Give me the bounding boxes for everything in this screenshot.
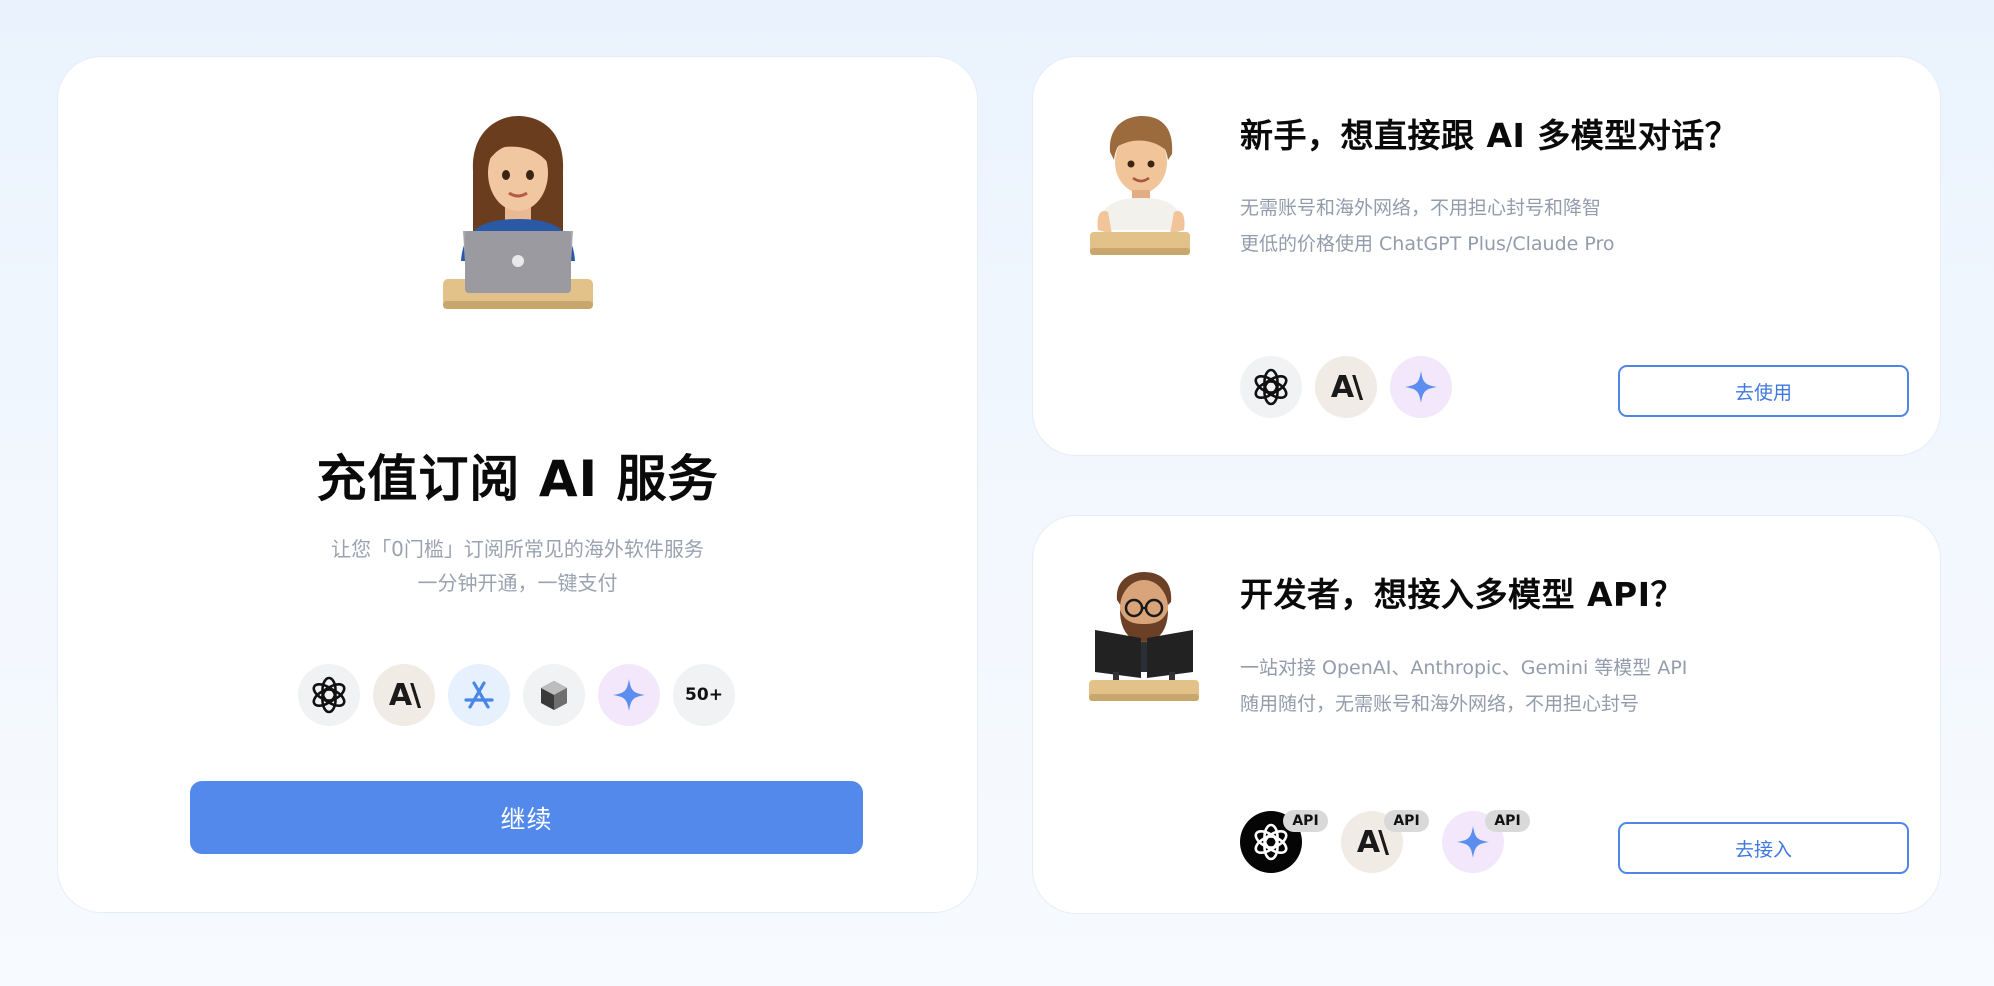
model-icon-row: A\ [1240,356,1452,418]
gemini-api-icon: API [1442,810,1530,873]
anthropic-api-icon: A\ API [1341,810,1429,873]
chat-card-title: 新手，想直接跟 AI 多模型对话？ [1240,116,1739,155]
app-store-icon [448,664,510,726]
api-card: 开发者，想接入多模型 API？ 一站对接 OpenAI、Anthropic、Ge… [1032,515,1941,914]
continue-button[interactable]: 继续 [190,781,863,854]
service-icon-row: A\ 50+ [298,664,735,726]
openai-api-icon: API [1240,810,1328,873]
anthropic-icon: A\ [373,664,435,726]
api-card-desc: 一站对接 OpenAI、Anthropic、Gemini 等模型 API [1240,657,1688,679]
api-badge: API [1283,810,1328,832]
more-services-badge: 50+ [673,664,735,726]
chat-card-desc: 无需账号和海外网络，不用担心封号和降智 [1240,197,1602,219]
girl-laptop-emoji [443,111,593,311]
go-connect-button[interactable]: 去接入 [1618,822,1909,874]
openai-icon [298,664,360,726]
subscription-card: 充值订阅 AI 服务 让您「0门槛」订阅所常见的海外软件服务 一分钟开通，一键支… [57,56,978,913]
subtitle-line: 让您「0门槛」订阅所常见的海外软件服务 [331,537,704,561]
chat-card-desc: 更低的价格使用 ChatGPT Plus/Claude Pro [1240,233,1615,255]
chat-card: 新手，想直接跟 AI 多模型对话？ 无需账号和海外网络，不用担心封号和降智 更低… [1032,56,1941,456]
api-badge: API [1485,810,1530,832]
subtitle-line: 一分钟开通，一键支付 [417,571,618,595]
api-model-icon-row: API A\ API API [1240,810,1530,873]
api-card-desc: 随用随付，无需账号和海外网络，不用担心封号 [1240,693,1640,715]
api-card-title: 开发者，想接入多模型 API？ [1240,575,1684,614]
gemini-icon [598,664,660,726]
page-title: 充值订阅 AI 服务 [316,450,719,508]
api-badge: API [1384,810,1429,832]
go-use-button[interactable]: 去使用 [1618,365,1909,417]
openai-icon [1240,356,1302,418]
gemini-icon [1390,356,1452,418]
cube-icon [523,664,585,726]
developer-emoji [1089,572,1199,702]
anthropic-icon: A\ [1315,356,1377,418]
boy-at-desk-emoji [1088,112,1192,257]
